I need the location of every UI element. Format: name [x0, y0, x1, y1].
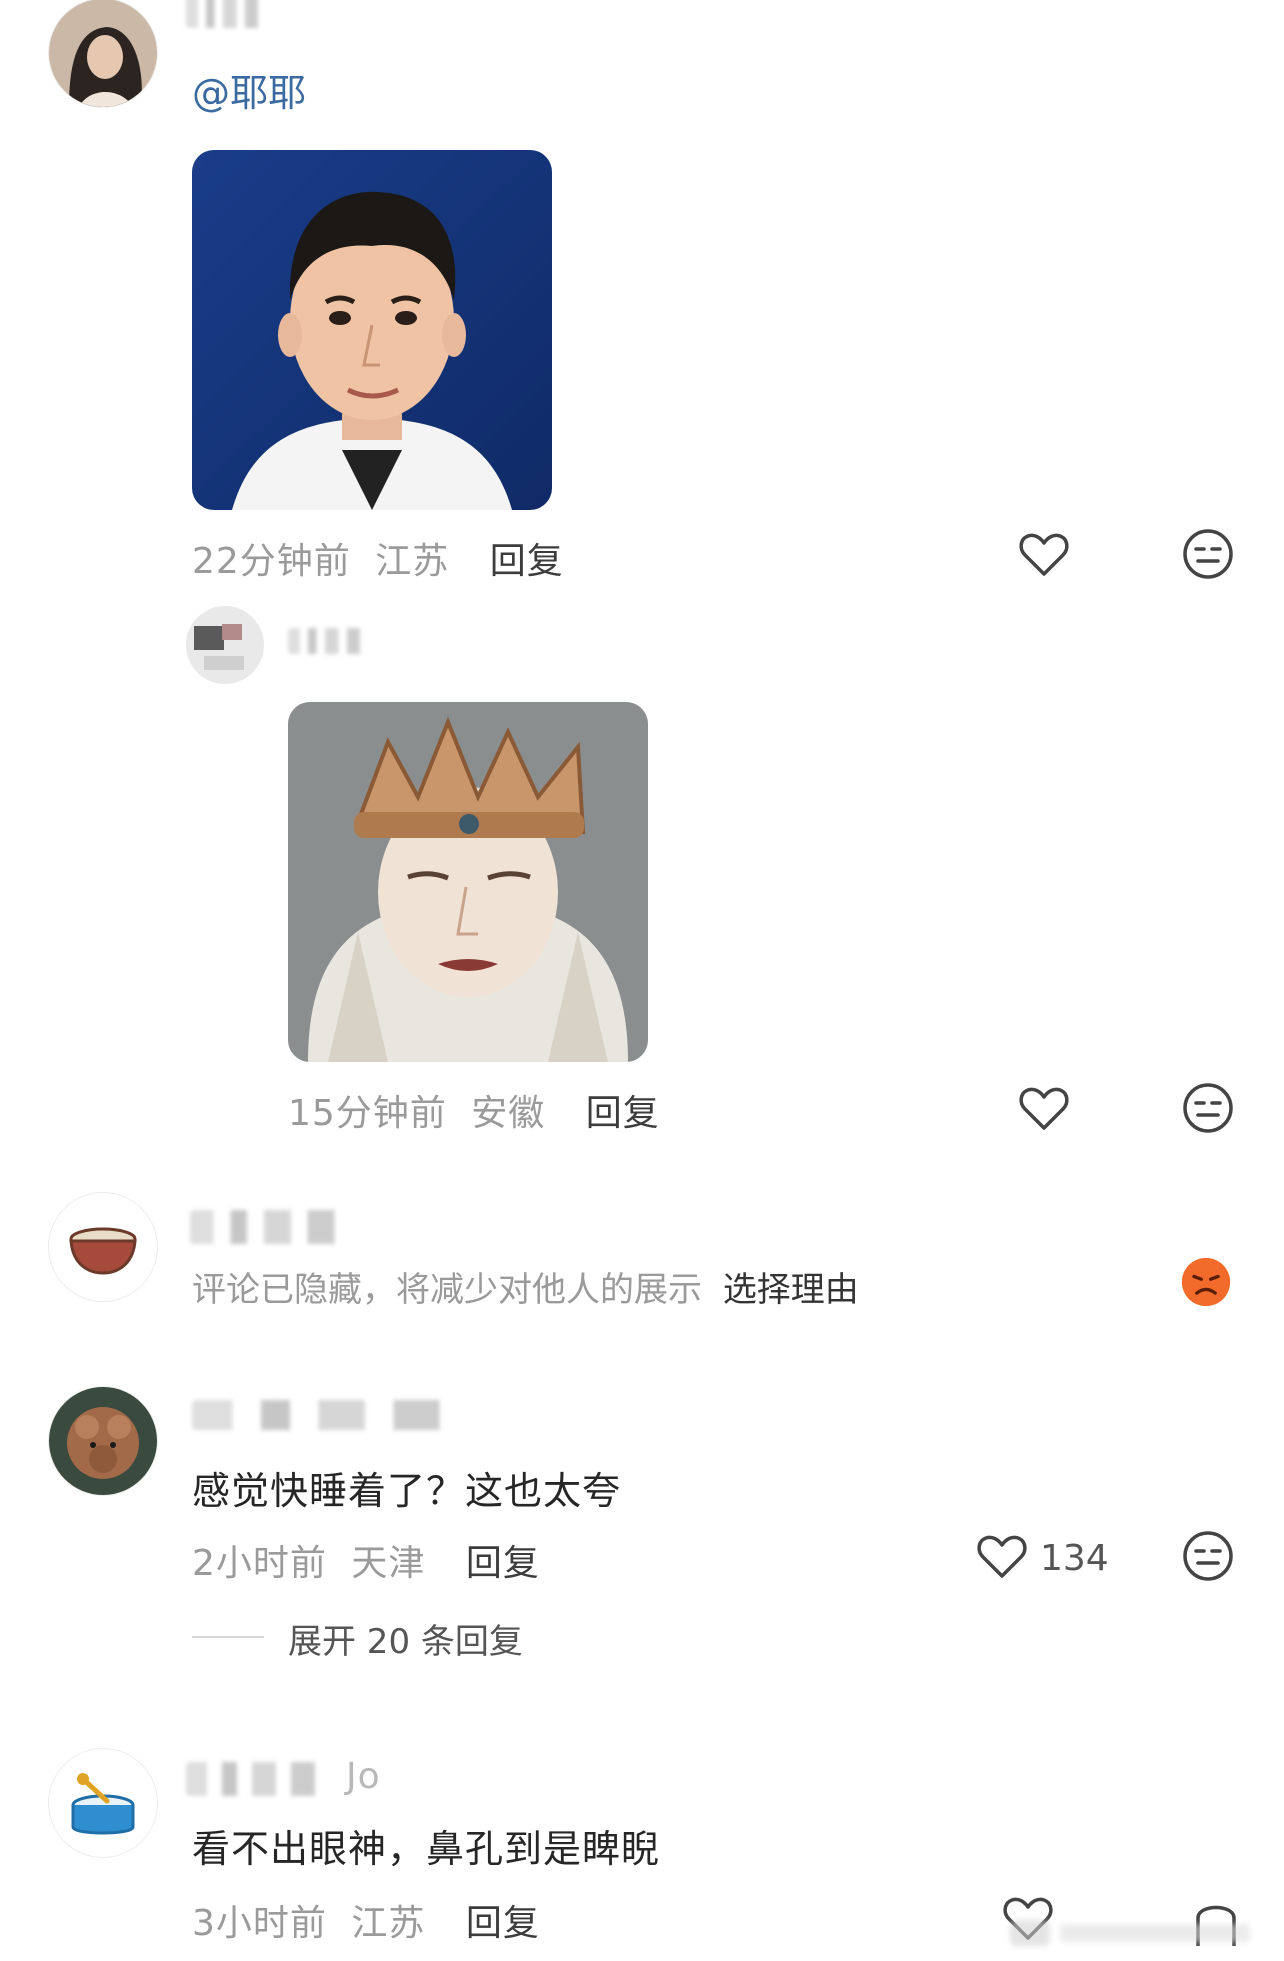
comment-time: 15分钟前: [288, 1093, 447, 1134]
comment-image[interactable]: [288, 702, 648, 1062]
comment-time: 3小时前: [192, 1903, 327, 1944]
comment-text: 看不出眼神，鼻孔到是睥睨: [192, 1827, 661, 1871]
comment-meta: 2小时前 天津 回复: [192, 1534, 540, 1586]
comment-location: 江苏: [375, 541, 450, 582]
username-redacted[interactable]: [190, 1210, 358, 1244]
watermark-logo: [1010, 1912, 1260, 1952]
like-count: 134: [1040, 1538, 1109, 1579]
expand-divider: [192, 1636, 264, 1638]
choose-reason-link[interactable]: 选择理由: [723, 1270, 859, 1310]
comment-location: 天津: [351, 1543, 426, 1584]
comment-meta: 22分钟前 江苏 回复: [192, 532, 564, 584]
comment-location: 安徽: [471, 1093, 546, 1134]
avatar[interactable]: [186, 606, 264, 684]
reply-button[interactable]: 回复: [586, 1093, 660, 1134]
reply-button[interactable]: 回复: [490, 541, 564, 582]
avatar[interactable]: [48, 0, 158, 108]
reply-button[interactable]: 回复: [466, 1903, 540, 1944]
hidden-notice-text: 评论已隐藏，将减少对他人的展示: [192, 1270, 702, 1310]
username-redacted[interactable]: [192, 1400, 480, 1430]
username-redacted[interactable]: [186, 1762, 336, 1796]
comment-time: 22分钟前: [192, 541, 351, 582]
comment-location: 江苏: [351, 1903, 426, 1944]
comment-meta: 15分钟前 安徽 回复: [288, 1084, 660, 1136]
comment-time: 2小时前: [192, 1543, 327, 1584]
username-redacted[interactable]: [186, 0, 270, 28]
meh-face-icon[interactable]: [1180, 1528, 1236, 1584]
comment-image[interactable]: [192, 150, 552, 510]
comment-meta: 3小时前 江苏 回复: [192, 1894, 540, 1946]
username-redacted[interactable]: [288, 628, 372, 654]
avatar[interactable]: [48, 1748, 158, 1858]
mention-link[interactable]: @耶耶: [192, 62, 306, 117]
comment-text: 感觉快睡着了？这也太夸: [192, 1469, 622, 1513]
avatar[interactable]: [48, 1192, 158, 1302]
meh-face-icon[interactable]: [1180, 1080, 1236, 1136]
heart-icon[interactable]: [1016, 1080, 1072, 1136]
expand-replies-button[interactable]: 展开 20 条回复: [288, 1614, 523, 1663]
sad-face-icon[interactable]: [1180, 1256, 1232, 1308]
partial-username[interactable]: Jo: [346, 1756, 381, 1797]
meh-face-icon[interactable]: [1180, 526, 1236, 582]
hidden-comment-notice: 评论已隐藏，将减少对他人的展示 选择理由: [192, 1262, 859, 1311]
heart-icon[interactable]: [1016, 526, 1072, 582]
heart-icon[interactable]: [974, 1528, 1030, 1584]
reply-button[interactable]: 回复: [466, 1543, 540, 1584]
avatar[interactable]: [48, 1386, 158, 1496]
